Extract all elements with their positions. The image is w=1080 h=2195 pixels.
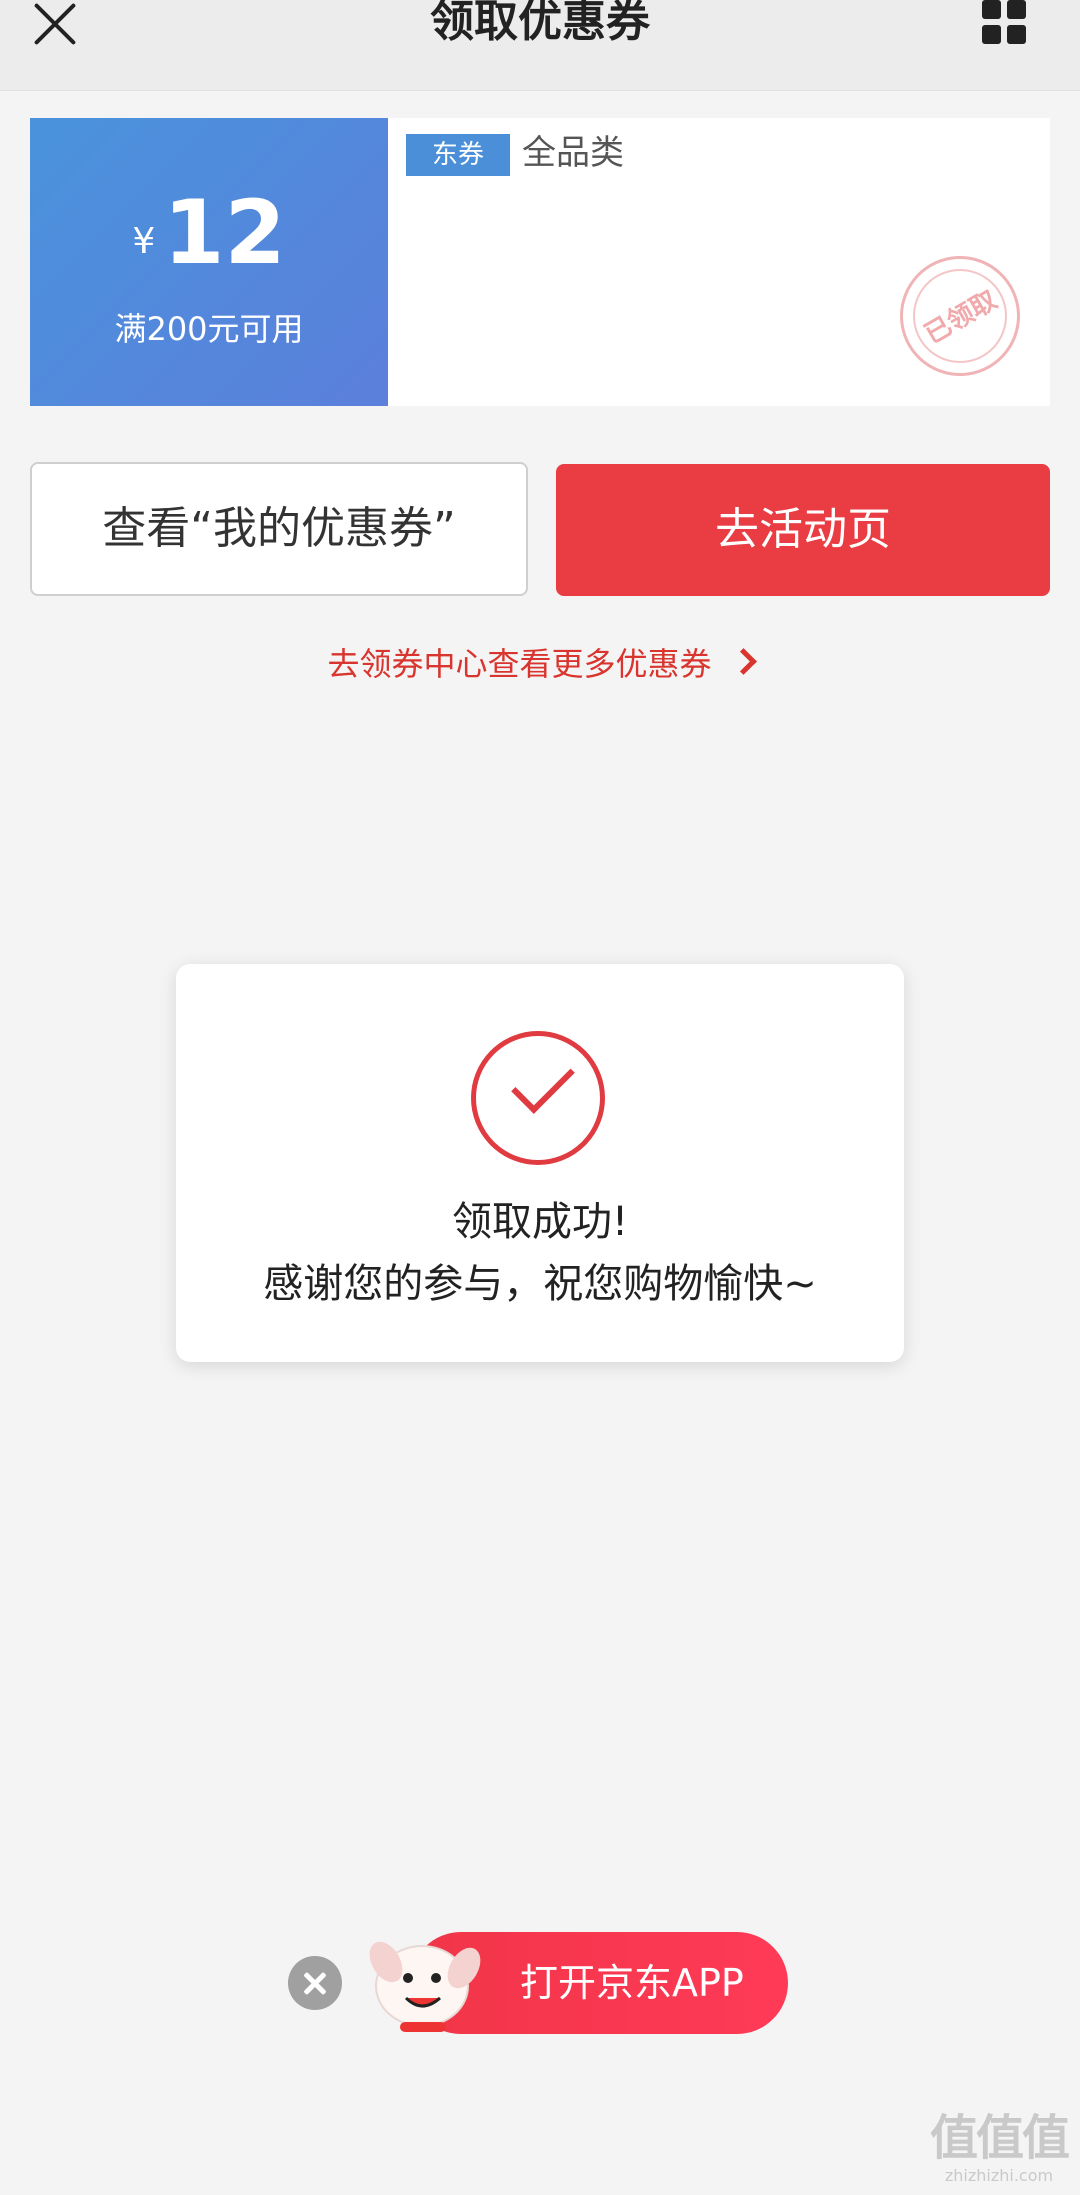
watermark-logo: 值值值 bbox=[929, 2110, 1070, 2166]
banner-close-icon[interactable] bbox=[288, 1956, 342, 2010]
chevron-right-icon bbox=[729, 648, 757, 675]
coupon-scope: 全品类 bbox=[522, 133, 624, 173]
success-toast: 领取成功! 感谢您的参与，祝您购物愉快~ bbox=[176, 964, 904, 1362]
go-activity-button[interactable]: 去活动页 bbox=[556, 464, 1050, 596]
coupon-center-link[interactable]: 去领券中心查看更多优惠券 bbox=[0, 640, 1080, 688]
claimed-stamp-icon: 已领取 bbox=[878, 234, 1042, 398]
joy-dog-mascot-icon bbox=[369, 1941, 481, 2032]
open-app-label: 打开京东APP bbox=[520, 1961, 744, 2005]
page-title: 领取优惠券 bbox=[430, 0, 650, 47]
coupon-value-panel: ¥12 满200元可用 bbox=[30, 118, 388, 406]
coupon-center-link-label: 去领券中心查看更多优惠券 bbox=[327, 645, 712, 683]
my-coupons-button[interactable]: 查看“我的优惠券” bbox=[30, 462, 528, 596]
coupon-card: ¥12 满200元可用 东券 全品类 已领取 bbox=[30, 118, 1050, 406]
success-message: 感谢您的参与，祝您购物愉快~ bbox=[263, 1261, 817, 1307]
check-circle-icon bbox=[471, 1031, 605, 1165]
top-bar: 领取优惠券 bbox=[0, 0, 1080, 91]
stamp-text: 已领取 bbox=[919, 285, 1003, 351]
coupon-condition: 满200元可用 bbox=[114, 310, 304, 348]
coupon-amount-row: ¥12 bbox=[30, 188, 388, 278]
currency-symbol: ¥ bbox=[132, 221, 156, 262]
watermark: 值值值 zhizhizhi.com bbox=[924, 2110, 1074, 2186]
success-title: 领取成功! bbox=[451, 1199, 629, 1245]
coupon-type-tag: 东券 bbox=[406, 134, 510, 176]
watermark-url: zhizhizhi.com bbox=[944, 2166, 1054, 2185]
coupon-amount: 12 bbox=[163, 181, 286, 284]
grid-menu-icon[interactable] bbox=[982, 0, 1026, 44]
